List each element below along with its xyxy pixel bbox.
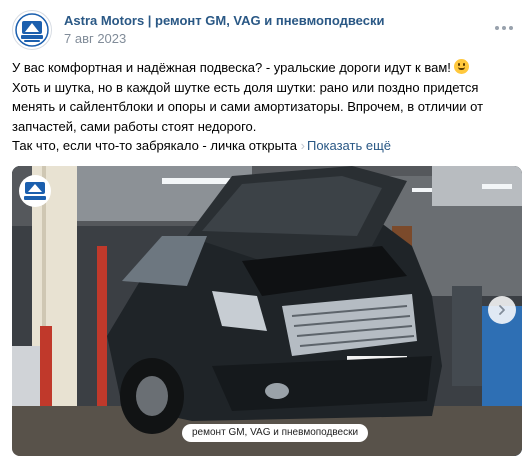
post-header: Astra Motors | ремонт GM, VAG и пневмопо… [12, 8, 384, 52]
text-line: У вас комфортная и надёжная подвеска? - … [12, 58, 512, 78]
astra-motors-logo-icon [15, 13, 49, 47]
next-photo-button[interactable] [488, 296, 516, 324]
car-photo-icon [12, 166, 522, 456]
smile-emoji-icon [453, 59, 469, 74]
text-line: Хоть и шутка, но в каждой шутке есть дол… [12, 79, 479, 95]
watermark-logo [18, 174, 52, 208]
more-button[interactable] [492, 16, 516, 40]
photo-caption: ремонт GM, VAG и пневмоподвески [182, 424, 369, 442]
text-fade-tail: › [297, 138, 305, 153]
avatar[interactable] [12, 10, 52, 50]
text-line-last: Так что, если что-то забрякало - личка о… [12, 136, 512, 156]
chevron-right-icon [499, 305, 505, 315]
show-more-link[interactable]: Показать ещё [307, 138, 391, 153]
header-text: Astra Motors | ремонт GM, VAG и пневмопо… [64, 12, 384, 48]
text-line: запчастей, сами работы стоят недорого. [12, 118, 257, 134]
post-photo[interactable]: ремонт GM, VAG и пневмоподвески [12, 166, 522, 456]
post-date[interactable]: 7 авг 2023 [64, 30, 384, 48]
text-line-fading: Так что, если что-то забрякало - личка о… [12, 138, 298, 153]
more-dots-icon [495, 26, 499, 30]
post-card: Astra Motors | ремонт GM, VAG и пневмопо… [0, 0, 528, 464]
author-name[interactable]: Astra Motors | ремонт GM, VAG и пневмопо… [64, 12, 384, 30]
text-line: менять и сайлентблоки и опоры и сами амо… [12, 99, 484, 114]
astra-motors-logo-icon [19, 175, 51, 207]
post-text: У вас комфортная и надёжная подвеска? - … [12, 58, 512, 156]
